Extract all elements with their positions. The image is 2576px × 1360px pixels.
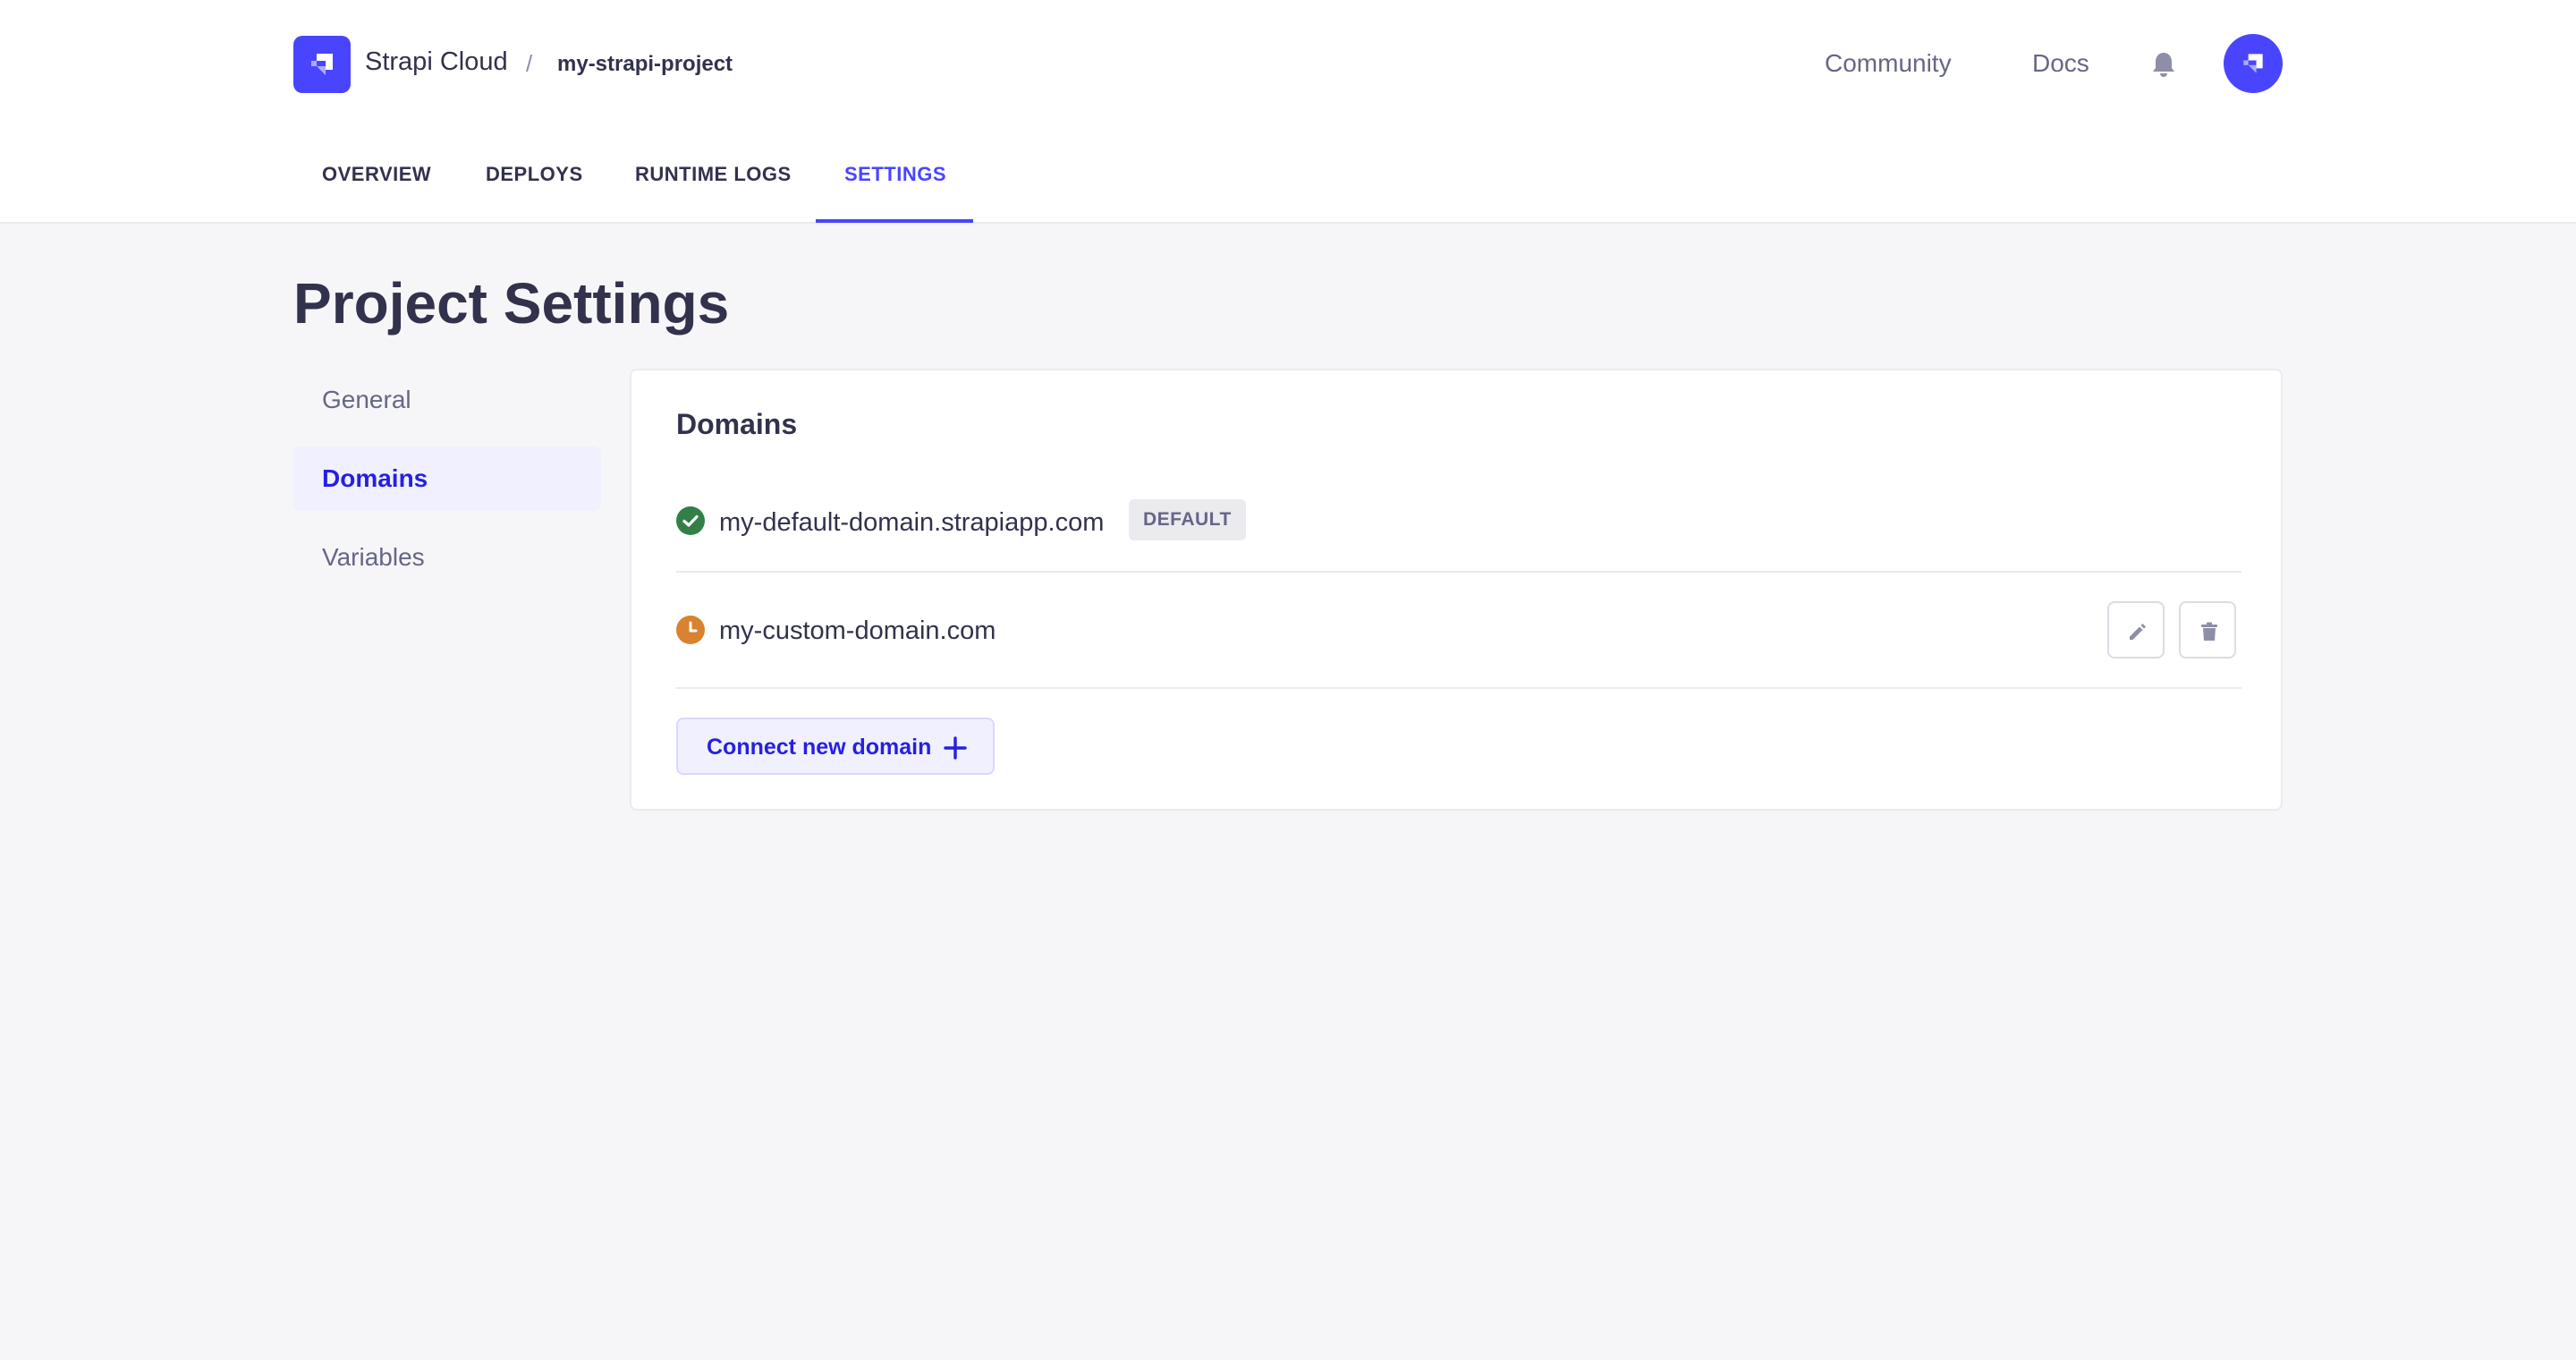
tab-settings[interactable]: SETTINGS	[844, 134, 946, 224]
strapi-logo-icon[interactable]	[293, 36, 351, 93]
page-title: Project Settings	[293, 271, 730, 336]
connect-new-domain-button[interactable]: Connect new domain	[676, 718, 995, 775]
tab-deploys[interactable]: DEPLOYS	[486, 134, 583, 224]
connect-new-domain-label: Connect new domain	[707, 735, 932, 760]
edit-domain-button[interactable]	[2107, 601, 2165, 659]
domains-card-title: Domains	[676, 408, 798, 440]
check-circle-icon	[676, 506, 705, 535]
clock-icon	[676, 616, 705, 644]
domain-name: my-default-domain.strapiapp.com	[719, 508, 1105, 537]
divider	[676, 571, 2241, 573]
domain-row: my-default-domain.strapiapp.com DEFAULT	[676, 499, 2241, 544]
bell-icon[interactable]	[2150, 50, 2177, 83]
default-badge: DEFAULT	[1129, 499, 1246, 540]
subnav-item-variables[interactable]: Variables	[293, 525, 601, 590]
brand-name[interactable]: Strapi Cloud	[365, 47, 508, 77]
active-tab-indicator	[816, 219, 973, 223]
subnav-item-domains[interactable]: Domains	[293, 446, 601, 511]
delete-domain-button[interactable]	[2179, 601, 2236, 659]
subnav-item-general[interactable]: General	[293, 368, 601, 432]
domain-row: my-custom-domain.com	[676, 601, 2241, 659]
tab-runtime-logs[interactable]: RUNTIME LOGS	[635, 134, 792, 224]
user-avatar[interactable]	[2224, 34, 2283, 93]
docs-link[interactable]: Docs	[2032, 49, 2089, 78]
divider	[676, 687, 2241, 689]
domains-card: Domains my-default-domain.strapiapp.com …	[630, 369, 2283, 811]
top-navigation-bar: Strapi Cloud / my-strapi-project Communi…	[0, 0, 2576, 224]
trash-icon	[2201, 622, 2217, 641]
breadcrumb-project[interactable]: my-strapi-project	[557, 52, 733, 77]
pencil-icon	[2130, 624, 2146, 640]
breadcrumb-separator: /	[526, 50, 533, 77]
strapi-logo-icon	[2243, 54, 2263, 73]
tab-overview[interactable]: OVERVIEW	[322, 134, 431, 224]
plus-icon	[944, 736, 967, 760]
community-link[interactable]: Community	[1825, 49, 1952, 78]
domain-name: my-custom-domain.com	[719, 616, 996, 645]
